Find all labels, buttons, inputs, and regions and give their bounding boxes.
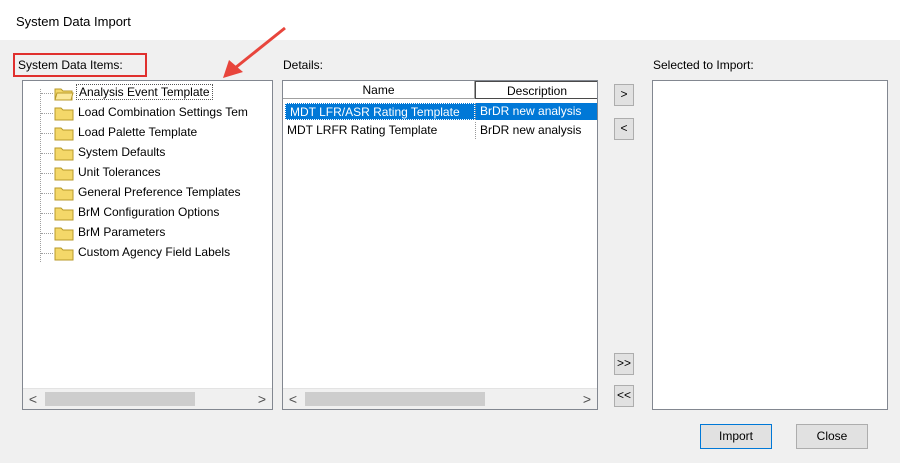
folder-icon (54, 207, 74, 221)
tree-item-label: General Preference Templates (78, 185, 241, 199)
tree-item-label: Load Palette Template (78, 125, 198, 139)
tree-item-load-combination-settings[interactable]: Load Combination Settings Tem (23, 103, 272, 123)
tree-item-label: Custom Agency Field Labels (78, 245, 231, 259)
tree-connector (41, 253, 53, 254)
tree-connector (41, 193, 53, 194)
grid-header: Name Description (283, 81, 597, 100)
tree-connector (41, 173, 53, 174)
tree-item-label: BrM Parameters (78, 225, 166, 239)
folder-icon (54, 127, 74, 141)
tree-connector (41, 113, 53, 114)
add-all-button[interactable]: >> (614, 353, 634, 375)
tree-item-label: Analysis Event Template (76, 84, 213, 100)
folder-icon (54, 167, 74, 181)
folder-icon (54, 227, 74, 241)
tree-item-general-preference-templates[interactable]: General Preference Templates (23, 183, 272, 203)
selected-to-import-list[interactable] (652, 80, 888, 410)
details-horizontal-scrollbar[interactable]: < > (283, 388, 597, 409)
details-label: Details: (283, 58, 324, 72)
tree-item-label: System Defaults (78, 145, 166, 159)
tree-connector (41, 133, 53, 134)
highlight-box (13, 53, 147, 77)
grid-cell-name: MDT LFR/ASR Rating Template (285, 103, 475, 120)
column-header-name[interactable]: Name (283, 81, 475, 99)
tree-item-load-palette-template[interactable]: Load Palette Template (23, 123, 272, 143)
tree-item-label: Unit Tolerances (78, 165, 161, 179)
tree-item-brm-configuration-options[interactable]: BrM Configuration Options (23, 203, 272, 223)
tree-item-analysis-event-template[interactable]: Analysis Event Template (23, 83, 272, 103)
grid-row[interactable]: MDT LRFR Rating Template BrDR new analys… (283, 122, 597, 139)
remove-button[interactable]: < (614, 118, 634, 140)
close-button[interactable]: Close (796, 424, 868, 449)
tree-horizontal-scrollbar[interactable]: < > (23, 388, 272, 409)
selected-to-import-label: Selected to Import: (653, 58, 754, 72)
scrollbar-thumb[interactable] (305, 392, 485, 406)
tree-connector (41, 233, 53, 234)
window-title: System Data Import (16, 14, 131, 29)
tree-item-label: Load Combination Settings Tem (78, 105, 248, 119)
title-bar: System Data Import (0, 0, 900, 40)
tree-item-label: BrM Configuration Options (78, 205, 220, 219)
grid-row[interactable]: MDT LFR/ASR Rating Template BrDR new ana… (283, 103, 597, 120)
folder-icon (54, 147, 74, 161)
tree-item-unit-tolerances[interactable]: Unit Tolerances (23, 163, 272, 183)
scrollbar-thumb[interactable] (45, 392, 195, 406)
import-button[interactable]: Import (700, 424, 772, 449)
details-grid[interactable]: Name Description MDT LFR/ASR Rating Temp… (282, 80, 598, 410)
scroll-left-arrow[interactable]: < (283, 389, 303, 409)
system-data-items-tree[interactable]: Analysis Event Template Load Combination… (22, 80, 273, 410)
remove-all-button[interactable]: << (614, 385, 634, 407)
folder-icon (54, 187, 74, 201)
column-header-description[interactable]: Description (475, 81, 597, 99)
open-folder-icon (54, 88, 74, 101)
tree-item-custom-agency-field-labels[interactable]: Custom Agency Field Labels (23, 243, 272, 263)
tree-connector (41, 153, 53, 154)
add-button[interactable]: > (614, 84, 634, 106)
scroll-right-arrow[interactable]: > (577, 389, 597, 409)
folder-icon (54, 107, 74, 121)
tree-connector (41, 93, 53, 94)
annotation-arrow (223, 26, 286, 78)
scroll-right-arrow[interactable]: > (252, 389, 272, 409)
scroll-left-arrow[interactable]: < (23, 389, 43, 409)
tree-item-brm-parameters[interactable]: BrM Parameters (23, 223, 272, 243)
tree-item-system-defaults[interactable]: System Defaults (23, 143, 272, 163)
grid-cell-name: MDT LRFR Rating Template (287, 123, 438, 137)
grid-cell-description: BrDR new analysis (475, 122, 597, 139)
folder-icon (54, 247, 74, 261)
grid-cell-description: BrDR new analysis (475, 103, 597, 120)
tree-connector (41, 213, 53, 214)
